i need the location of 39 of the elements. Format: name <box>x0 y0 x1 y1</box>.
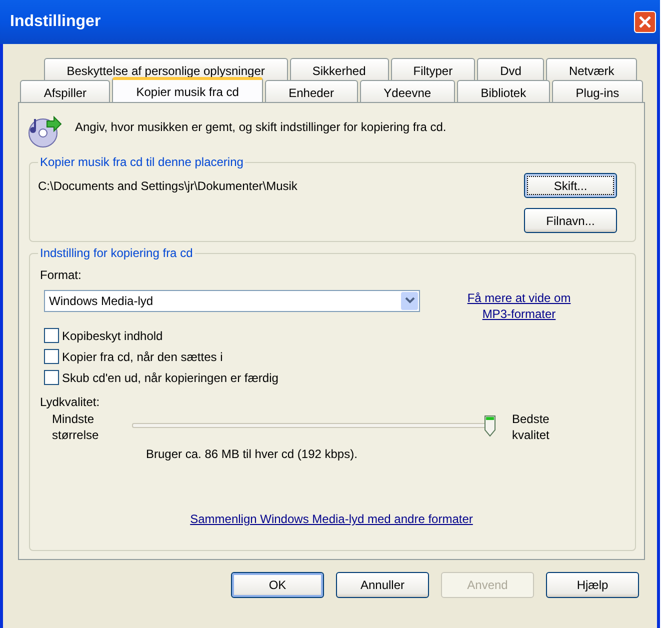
checkbox[interactable] <box>44 328 59 343</box>
tab[interactable]: Ydeevne <box>360 80 455 102</box>
dialog-button[interactable]: Hjælp <box>546 572 639 598</box>
folder-path: C:\Documents and Settings\jr\Dokumenter\Musik <box>38 178 298 195</box>
slider-max-label: Bedste kvalitet <box>511 411 550 443</box>
compare-formats-link[interactable]: Sammenlign Windows Media-lyd med andre formater <box>190 512 473 526</box>
tab[interactable]: Plug-ins <box>552 80 643 102</box>
dialog-button[interactable]: Filnavn... <box>524 208 617 233</box>
intro-text: Angiv, hvor musikken er gemt, og skift indstillinger for kopiering fra cd. <box>75 119 448 136</box>
close-icon <box>638 15 652 29</box>
tab[interactable]: Netværk <box>546 58 638 80</box>
tab[interactable]: Afspiller <box>20 80 110 102</box>
dialog-button[interactable]: Skift... <box>524 173 617 198</box>
tab[interactable]: Sikkerhed <box>290 58 388 80</box>
checkbox[interactable] <box>44 370 59 385</box>
slider-thumb[interactable] <box>484 415 496 437</box>
window-title: Indstillinger <box>10 13 101 31</box>
group-title: Kopier musik fra cd til denne placering <box>39 155 244 169</box>
checkbox-label: Skub cd'en ud, når kopieringen er færdig <box>62 370 278 384</box>
dialog-button[interactable]: OK <box>231 572 324 598</box>
quality-label: Lydkvalitet: <box>40 395 100 409</box>
format-label: Format: <box>40 268 82 282</box>
format-dropdown[interactable]: Windows Media-lyd <box>44 290 420 312</box>
mp3-info-link[interactable]: Få mere at vide om MP3-formater <box>454 290 584 322</box>
tab[interactable]: Bibliotek <box>456 80 550 102</box>
dialog-button[interactable]: Annuller <box>336 572 429 598</box>
close-button[interactable] <box>634 11 656 33</box>
tab[interactable]: Beskyttelse af personlige oplysninger <box>44 58 288 80</box>
tab[interactable]: Kopier musik fra cd <box>112 77 263 102</box>
checkbox-label: Kopier fra cd, når den sættes i <box>62 350 223 364</box>
checkbox-label: Kopibeskyt indhold <box>62 328 163 342</box>
tab[interactable]: Dvd <box>477 58 544 80</box>
tab[interactable]: Enheder <box>264 80 358 102</box>
usage-text: Bruger ca. 86 MB til hver cd (192 kbps). <box>146 447 358 461</box>
slider-min-label: Mindste størrelse <box>51 411 100 443</box>
checkbox[interactable] <box>44 349 59 364</box>
tab[interactable]: Filtyper <box>390 58 476 80</box>
cd-music-icon <box>27 113 63 149</box>
group-title: Indstilling for kopiering fra cd <box>39 246 194 260</box>
